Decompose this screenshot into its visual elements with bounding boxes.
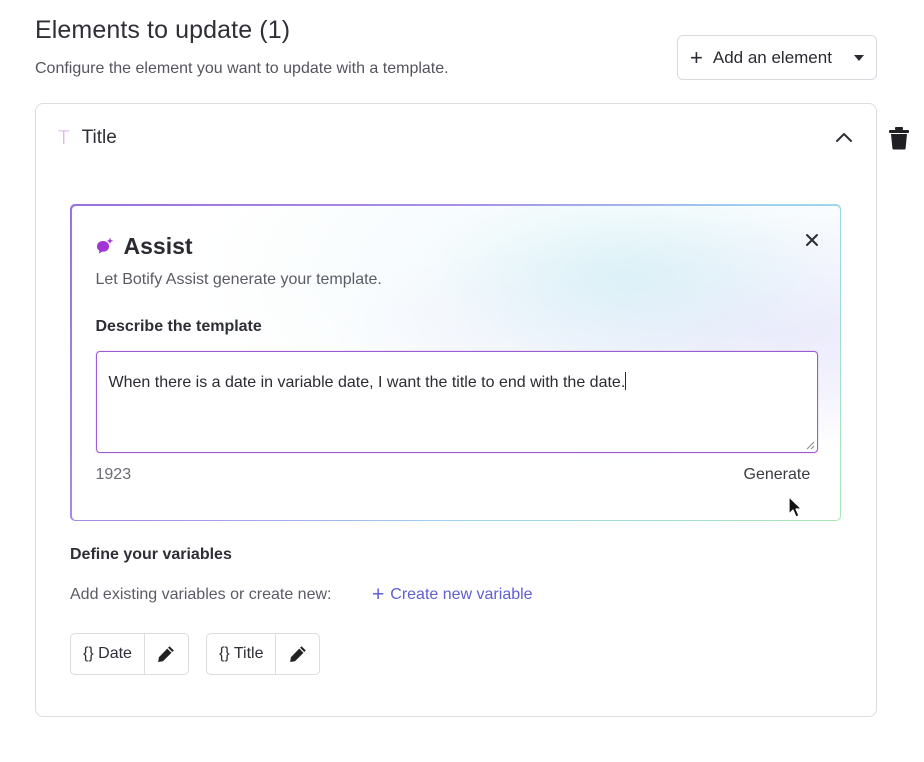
assist-panel-body: Assist Let Botify Assist generate your t…	[71, 205, 840, 520]
variable-chip-date: {} Date	[70, 633, 189, 675]
edit-variable-button[interactable]	[276, 634, 319, 674]
element-card-header[interactable]: T Title	[58, 126, 117, 150]
variable-chip-label[interactable]: {} Title	[207, 634, 277, 674]
close-icon[interactable]	[805, 233, 819, 247]
assist-panel: Assist Let Botify Assist generate your t…	[70, 204, 841, 521]
template-description-value: When there is a date in variable date, I…	[108, 373, 626, 391]
generate-button[interactable]: Generate	[744, 466, 811, 484]
page-title: Elements to update (1)	[35, 16, 291, 44]
assist-subtitle: Let Botify Assist generate your template…	[95, 270, 382, 288]
variable-chip-label[interactable]: {} Date	[71, 634, 145, 674]
template-description-textarea[interactable]: When there is a date in variable date, I…	[95, 350, 818, 453]
pencil-icon	[158, 646, 175, 662]
variables-subtitle: Add existing variables or create new:	[70, 586, 332, 603]
caret-down-icon	[854, 54, 864, 61]
page-subtitle: Configure the element you want to update…	[35, 60, 449, 77]
mouse-pointer-icon	[788, 496, 803, 518]
assist-header: Assist	[96, 233, 193, 260]
page: Elements to update (1) Configure the ele…	[0, 0, 924, 762]
variables-title: Define your variables	[70, 546, 232, 563]
add-element-button[interactable]: + Add an element	[677, 35, 877, 80]
text-caret	[625, 371, 627, 390]
plus-icon: +	[690, 44, 703, 70]
assist-title: Assist	[123, 232, 193, 259]
create-variable-label: Create new variable	[390, 585, 533, 603]
trash-icon[interactable]	[888, 126, 910, 150]
text-type-icon: T	[58, 127, 70, 149]
sparkle-chat-icon	[96, 237, 113, 254]
variable-chip-title: {} Title	[206, 633, 321, 675]
create-variable-link[interactable]: + Create new variable	[372, 584, 533, 605]
edit-variable-button[interactable]	[145, 634, 188, 674]
add-element-label: Add an element	[712, 47, 832, 67]
describe-template-label: Describe the template	[95, 317, 262, 335]
character-count: 1923	[95, 465, 132, 483]
pencil-icon	[290, 646, 306, 662]
element-card-title: Title	[81, 127, 117, 148]
chevron-up-icon[interactable]	[834, 130, 854, 144]
plus-icon: +	[372, 583, 385, 606]
resize-handle-icon[interactable]	[805, 440, 815, 450]
